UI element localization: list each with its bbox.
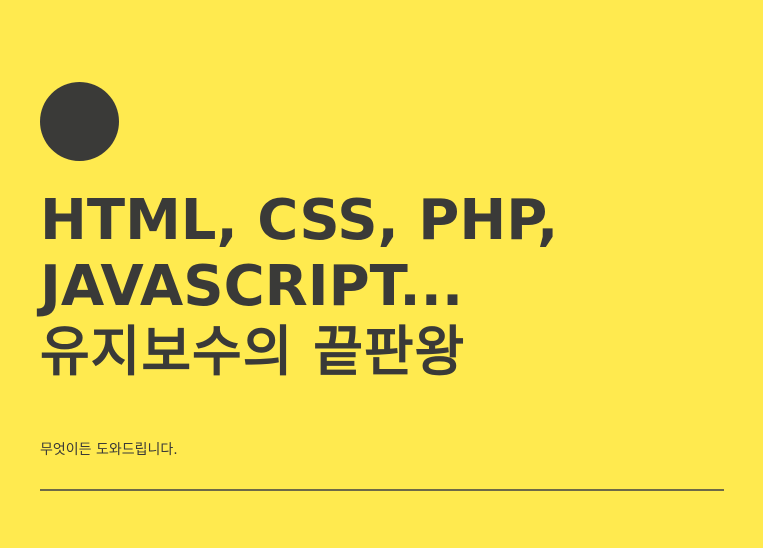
headline: HTML, CSS, PHP, JAVASCRIPT... 유지보수의 끝판왕 (40, 188, 740, 384)
decorative-circle (40, 82, 119, 161)
subtitle: 무엇이든 도와드립니다. (40, 442, 178, 458)
divider (40, 489, 724, 491)
headline-line-1: HTML, CSS, PHP, (40, 188, 559, 253)
headline-line-2: JAVASCRIPT... (40, 254, 464, 319)
headline-line-3: 유지보수의 끝판왕 (40, 320, 466, 383)
